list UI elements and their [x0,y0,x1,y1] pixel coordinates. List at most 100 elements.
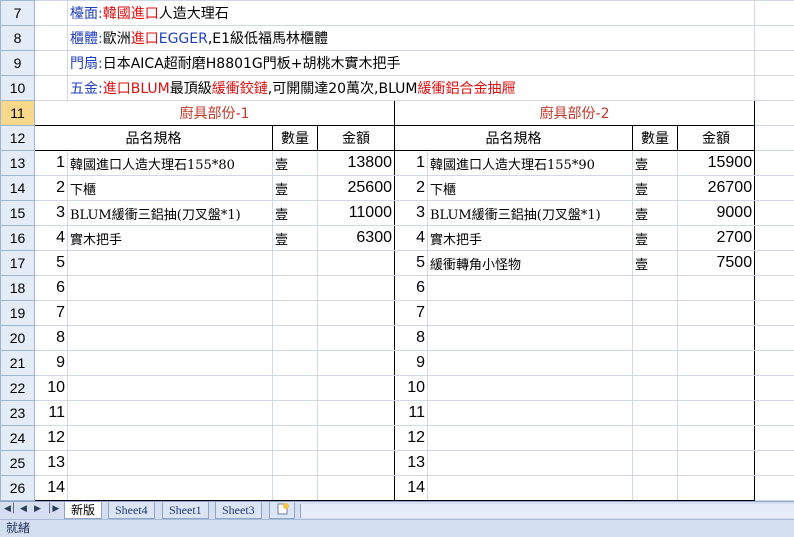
item-qty[interactable] [272,350,318,376]
tab-sheet1[interactable]: Sheet1 [162,502,209,519]
next-sheet-icon[interactable]: ▶ [34,504,41,514]
item-name[interactable]: BLUM緩衝三鋁抽(刀叉盤*1) [427,200,633,226]
item-number[interactable]: 7 [394,300,428,326]
item-name[interactable] [67,300,273,326]
col-header-qty[interactable]: 數量 [272,125,318,151]
item-name[interactable] [67,400,273,426]
item-number[interactable]: 12 [34,425,68,451]
first-sheet-icon[interactable]: ◀│ [4,504,16,514]
item-number[interactable]: 5 [394,250,428,276]
item-amount[interactable] [676,400,756,426]
item-number[interactable]: 4 [34,225,68,251]
item-name[interactable] [427,450,633,476]
item-number[interactable]: 8 [34,325,68,351]
prev-sheet-icon[interactable]: ◀ [20,504,27,514]
item-name[interactable]: 韓國進口人造大理石155*90 [427,150,633,176]
item-number[interactable]: 11 [34,400,68,426]
item-number[interactable]: 8 [394,325,428,351]
item-amount[interactable] [317,325,395,351]
section1-title[interactable]: 廚具部份-1 [34,100,395,126]
countertop-spec[interactable]: 檯面:韓國進口人造大理石 [66,0,756,26]
row-header[interactable]: 10 [0,75,35,101]
spreadsheet-grid[interactable]: 7 檯面:韓國進口人造大理石 8 櫃體:歐洲進口EGGER,E1級低福馬林櫃體 … [0,0,794,501]
item-amount[interactable] [317,450,395,476]
item-number[interactable]: 3 [394,200,428,226]
item-name[interactable] [67,475,273,501]
row-header[interactable]: 13 [0,150,35,176]
item-number[interactable]: 1 [394,150,428,176]
item-name[interactable] [427,275,633,301]
item-name[interactable]: 下櫃 [427,175,633,201]
item-number[interactable]: 1 [34,150,68,176]
item-number[interactable]: 2 [394,175,428,201]
row-header[interactable]: 23 [0,400,35,426]
item-name[interactable] [67,250,273,276]
item-amount[interactable]: 9000 [676,200,756,226]
row-header[interactable]: 8 [0,25,35,51]
item-amount[interactable] [676,450,756,476]
item-name[interactable]: 實木把手 [427,225,633,251]
row-header[interactable]: 20 [0,325,35,351]
item-amount[interactable] [317,400,395,426]
item-amount[interactable]: 11000 [317,200,395,226]
col-header-qty[interactable]: 數量 [632,125,678,151]
horizontal-scrollbar[interactable] [300,504,794,518]
item-number[interactable]: 12 [394,425,428,451]
item-name[interactable]: 實木把手 [67,225,273,251]
item-amount[interactable]: 2700 [676,225,756,251]
item-qty[interactable] [272,375,318,401]
row-header[interactable]: 12 [0,125,35,151]
item-amount[interactable]: 26700 [676,175,756,201]
item-qty[interactable] [632,375,678,401]
cell-table[interactable]: 7 檯面:韓國進口人造大理石 8 櫃體:歐洲進口EGGER,E1級低福馬林櫃體 … [0,0,794,501]
tab-sheet4[interactable]: Sheet4 [108,502,155,519]
item-name[interactable] [427,400,633,426]
item-qty[interactable]: 壹 [632,150,678,176]
item-qty[interactable] [272,450,318,476]
item-amount[interactable] [317,375,395,401]
item-number[interactable]: 6 [394,275,428,301]
item-amount[interactable]: 15900 [676,150,756,176]
item-amount[interactable]: 25600 [317,175,395,201]
item-name[interactable] [427,425,633,451]
row-header[interactable]: 21 [0,350,35,376]
col-header-name[interactable]: 品名規格 [34,125,273,151]
item-name[interactable]: 下櫃 [67,175,273,201]
item-amount[interactable] [317,300,395,326]
section2-title[interactable]: 廚具部份-2 [393,100,756,126]
item-amount[interactable] [676,475,756,501]
item-number[interactable]: 2 [34,175,68,201]
item-qty[interactable] [272,400,318,426]
row-header[interactable]: 26 [0,475,35,501]
item-amount[interactable] [676,350,756,376]
item-name[interactable] [67,375,273,401]
item-amount[interactable]: 7500 [676,250,756,276]
item-name[interactable] [67,425,273,451]
item-amount[interactable]: 13800 [317,150,395,176]
row-header[interactable]: 15 [0,200,35,226]
row-header[interactable]: 22 [0,375,35,401]
item-amount[interactable] [317,250,395,276]
item-number[interactable]: 10 [394,375,428,401]
row-header[interactable]: 7 [0,0,35,26]
col-header-amount[interactable]: 金額 [676,125,756,151]
item-amount[interactable]: 6300 [317,225,395,251]
item-qty[interactable] [272,300,318,326]
item-qty[interactable]: 壹 [272,200,318,226]
item-name[interactable] [427,300,633,326]
item-number[interactable]: 6 [34,275,68,301]
item-number[interactable]: 7 [34,300,68,326]
item-number[interactable]: 11 [394,400,428,426]
item-qty[interactable] [632,475,678,501]
item-amount[interactable] [676,275,756,301]
item-qty[interactable] [272,250,318,276]
item-name[interactable] [427,375,633,401]
row-header[interactable]: 17 [0,250,35,276]
item-qty[interactable]: 壹 [632,200,678,226]
item-qty[interactable] [632,300,678,326]
item-amount[interactable] [317,350,395,376]
item-qty[interactable]: 壹 [632,175,678,201]
row-header[interactable]: 11 [0,100,35,126]
item-number[interactable]: 13 [34,450,68,476]
col-header-name[interactable]: 品名規格 [394,125,633,151]
